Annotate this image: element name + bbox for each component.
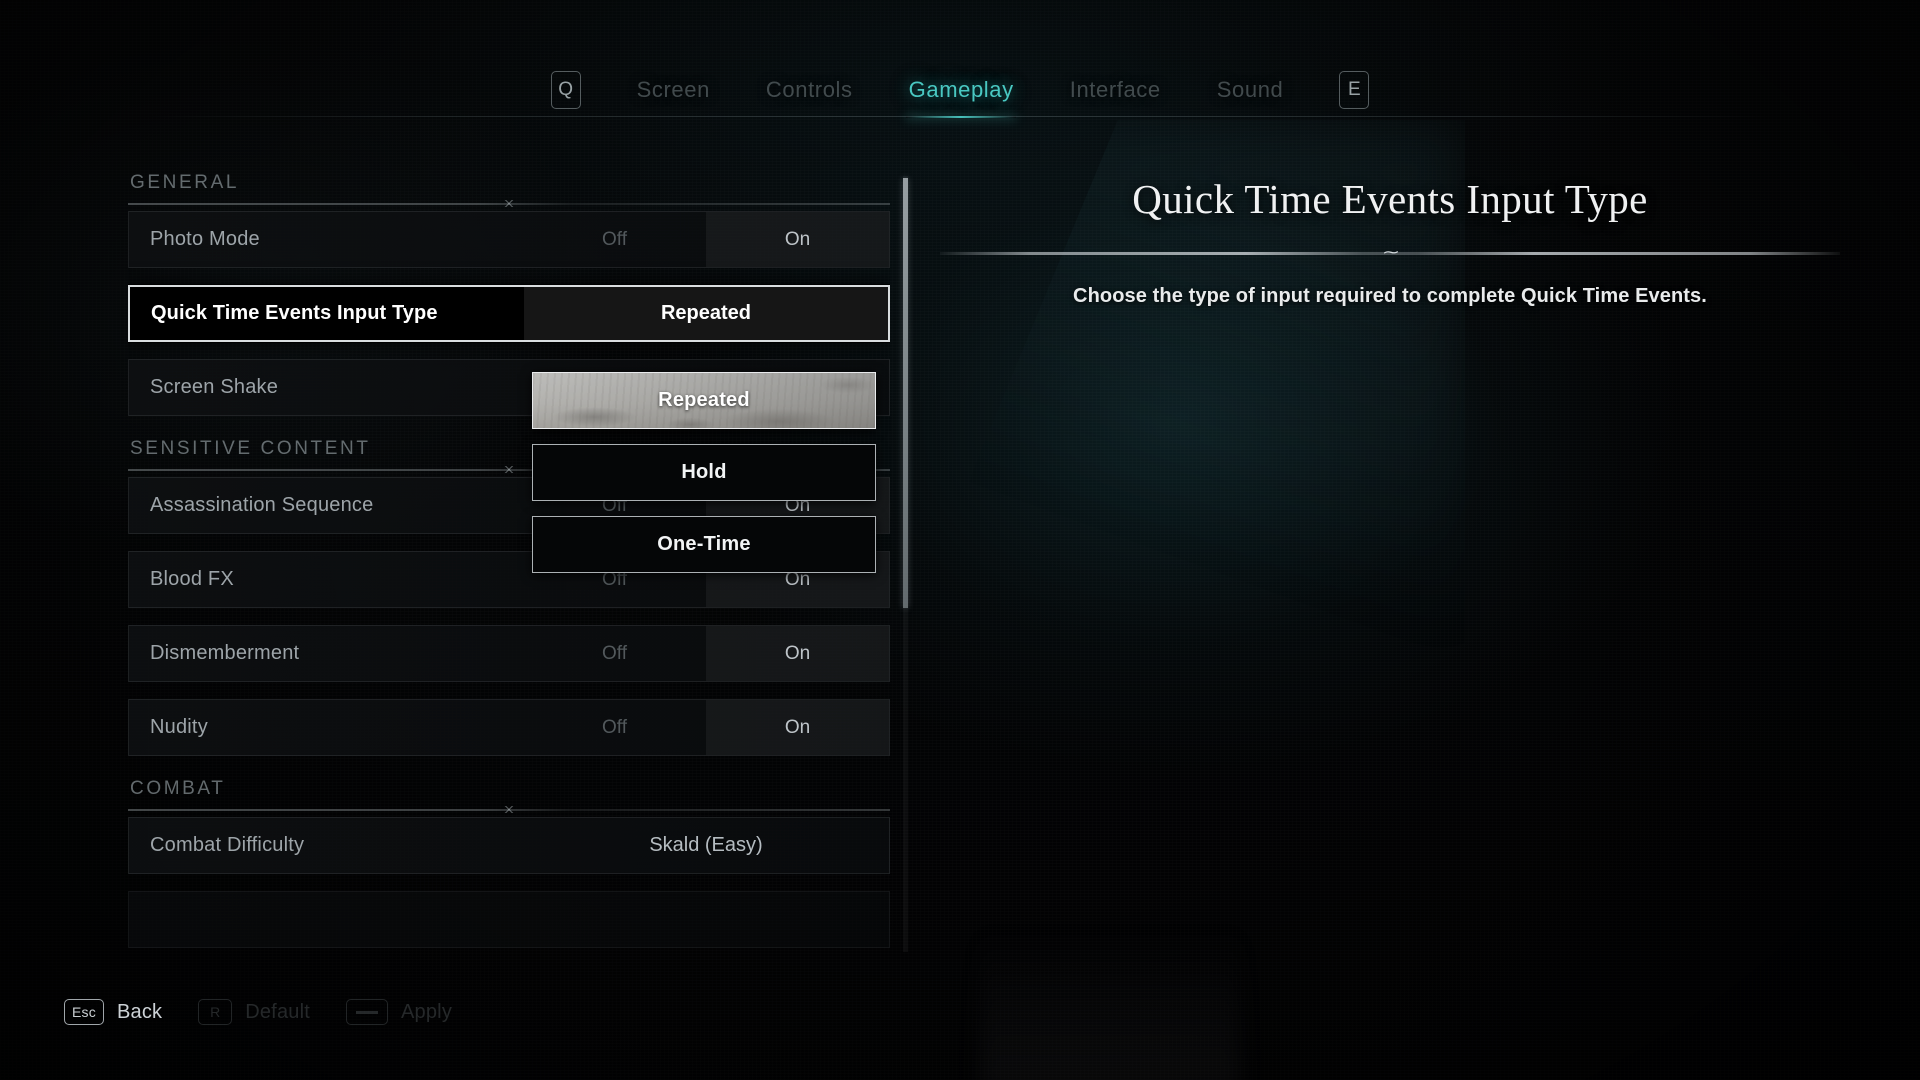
setting-label: Nudity [150, 716, 208, 738]
setting-row-dismemberment[interactable]: Dismemberment Off On [128, 625, 890, 682]
toggle-option-on[interactable]: On [706, 626, 889, 681]
dropdown-option-hold[interactable]: Hold [532, 444, 876, 501]
settings-tab-bar: Q Screen Controls Gameplay Interface Sou… [0, 62, 1920, 118]
footer-action-default[interactable]: R Default [198, 999, 310, 1025]
value-control[interactable]: Skald (Easy) [523, 818, 889, 873]
dropdown-option-label: Repeated [658, 389, 750, 411]
value-control[interactable] [523, 892, 889, 947]
section-header-general: GENERAL [128, 172, 890, 205]
setting-row-combat-difficulty[interactable]: Combat Difficulty Skald (Easy) [128, 817, 890, 874]
toggle-option-off[interactable]: Off [523, 626, 706, 681]
dropdown-option-label: Hold [681, 461, 727, 483]
footer-action-apply[interactable]: Apply [346, 999, 452, 1025]
setting-label: Photo Mode [150, 228, 260, 250]
settings-scrollbar-thumb[interactable] [903, 178, 908, 608]
setting-value: Repeated [660, 302, 752, 324]
dropdown-option-one-time[interactable]: One-Time [532, 516, 876, 573]
setting-label: Quick Time Events Input Type [151, 302, 438, 324]
toggle-control[interactable]: Off On [523, 700, 889, 755]
setting-row-partial[interactable] [128, 891, 890, 948]
setting-value [523, 892, 889, 947]
esc-key-icon: Esc [64, 999, 104, 1025]
toggle-option-off[interactable]: Off [523, 700, 706, 755]
setting-label [129, 892, 523, 947]
tab-sound[interactable]: Sound [1189, 71, 1312, 109]
toggle-option-off[interactable]: Off [523, 212, 706, 267]
tab-controls[interactable]: Controls [738, 71, 881, 109]
left-bumper-icon[interactable]: Q [550, 71, 581, 109]
tab-gameplay[interactable]: Gameplay [881, 71, 1042, 118]
setting-value: Skald (Easy) [649, 834, 763, 856]
right-bumper-icon[interactable]: E [1339, 71, 1370, 109]
detail-title: Quick Time Events Input Type [1132, 176, 1648, 222]
quick-time-events-input-type-dropdown[interactable]: Repeated Hold One-Time [532, 372, 876, 588]
footer-action-label: Apply [401, 1000, 453, 1023]
section-title: GENERAL [130, 172, 240, 193]
setting-label: Blood FX [150, 568, 234, 590]
toggle-control[interactable]: Off On [523, 626, 889, 681]
setting-label: Screen Shake [150, 376, 279, 398]
setting-row-quick-time-events-input-type[interactable]: Quick Time Events Input Type Repeated [128, 285, 890, 342]
setting-label: Dismemberment [150, 642, 300, 664]
section-divider [128, 203, 890, 205]
setting-detail-panel: Quick Time Events Input Type ⁓ Choose th… [940, 175, 1840, 308]
setting-row-photo-mode[interactable]: Photo Mode Off On [128, 211, 890, 268]
enter-key-icon [346, 999, 388, 1025]
toggle-option-on[interactable]: On [706, 212, 889, 267]
value-control[interactable]: Repeated [524, 287, 888, 340]
section-header-combat: COMBAT [128, 778, 890, 811]
detail-description: Choose the type of input required to com… [1073, 285, 1707, 308]
setting-label: Assassination Sequence [150, 494, 374, 516]
detail-divider: ⁓ [940, 245, 1840, 261]
footer-action-label: Back [116, 1000, 163, 1023]
footer-action-label: Default [245, 1000, 310, 1023]
dropdown-option-repeated[interactable]: Repeated [532, 372, 876, 429]
r-key-icon: R [198, 999, 233, 1025]
divider-ornament-icon: ⁓ [1383, 244, 1399, 262]
section-title: COMBAT [130, 778, 226, 799]
tab-screen[interactable]: Screen [609, 71, 738, 109]
toggle-option-on[interactable]: On [706, 700, 889, 755]
setting-label: Combat Difficulty [150, 834, 305, 856]
footer-action-back[interactable]: Esc Back [64, 999, 162, 1025]
footer-action-bar: Esc Back R Default Apply [64, 999, 452, 1025]
setting-row-nudity[interactable]: Nudity Off On [128, 699, 890, 756]
tab-interface[interactable]: Interface [1042, 71, 1189, 109]
section-divider [128, 809, 890, 811]
dropdown-option-label: One-Time [657, 533, 751, 555]
settings-scrollbar-track[interactable] [903, 176, 908, 952]
toggle-control[interactable]: Off On [523, 212, 889, 267]
